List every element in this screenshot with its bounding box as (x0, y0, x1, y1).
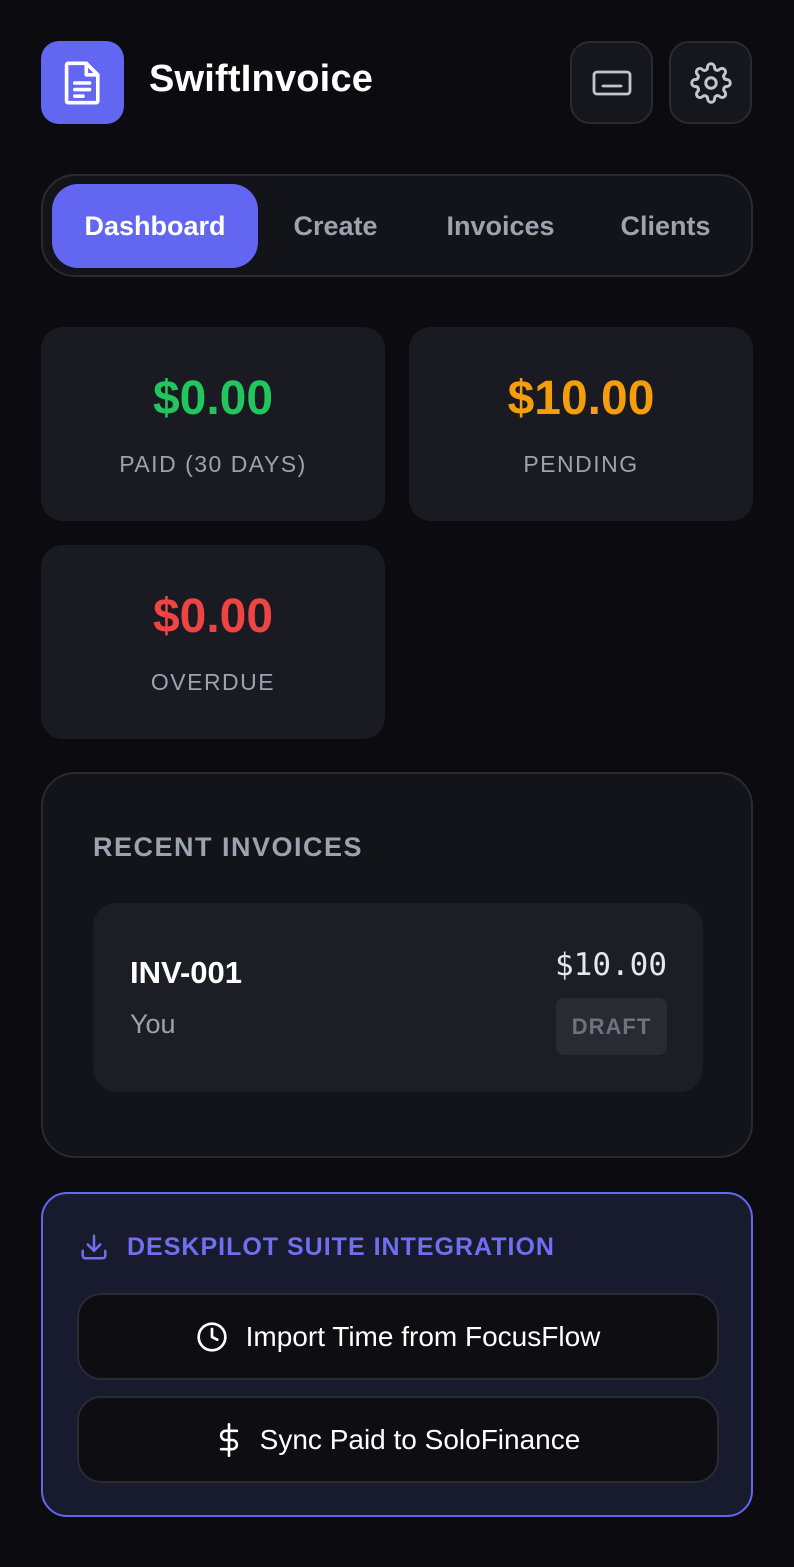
app-title: SwiftInvoice (149, 58, 374, 100)
tab-clients[interactable]: Clients (593, 184, 738, 268)
paid-amount: $0.00 (152, 372, 274, 425)
integration-title: DESKPILOT SUITE INTEGRATION (127, 1232, 555, 1261)
recent-invoices-title: RECENT INVOICES (93, 832, 364, 862)
import-time-label: Import Time from FocusFlow (245, 1320, 601, 1352)
integration-header: DESKPILOT SUITE INTEGRATION (79, 1232, 555, 1262)
import-time-button[interactable]: Import Time from FocusFlow (77, 1293, 719, 1380)
keyboard-icon (592, 70, 631, 95)
invoice-client: You (130, 1009, 176, 1039)
app-logo (41, 41, 124, 124)
pending-amount: $10.00 (507, 372, 655, 425)
stat-card-overdue: $0.00 OVERDUE (41, 545, 385, 739)
gear-icon (689, 61, 732, 104)
stat-card-paid: $0.00 PAID (30 DAYS) (41, 327, 385, 521)
invoice-number: INV-001 (130, 955, 243, 990)
main-tabs: Dashboard Create Invoices Clients (41, 174, 753, 277)
pending-label: PENDING (523, 451, 639, 477)
dollar-icon (219, 1422, 238, 1457)
integration-panel: DESKPILOT SUITE INTEGRATION Import Time … (41, 1192, 753, 1517)
clock-icon (196, 1321, 227, 1352)
document-icon (64, 60, 100, 105)
overdue-amount: $0.00 (152, 590, 274, 643)
stat-card-pending: $10.00 PENDING (409, 327, 753, 521)
tab-dashboard[interactable]: Dashboard (52, 184, 258, 268)
invoice-amount: $10.00 (555, 947, 667, 983)
tab-create[interactable]: Create (268, 184, 403, 268)
tab-invoices[interactable]: Invoices (423, 184, 578, 268)
settings-button[interactable] (669, 41, 752, 124)
keyboard-shortcuts-button[interactable] (570, 41, 653, 124)
app-root: SwiftInvoice Dashboard Create Invoices C… (0, 0, 794, 1567)
status-badge: DRAFT (556, 998, 667, 1055)
paid-label: PAID (30 DAYS) (119, 451, 307, 477)
sync-paid-label: Sync Paid to SoloFinance (259, 1423, 581, 1455)
sync-paid-button[interactable]: Sync Paid to SoloFinance (77, 1396, 719, 1483)
overdue-label: OVERDUE (150, 669, 276, 695)
recent-invoices-panel: RECENT INVOICES INV-001 You $10.00 DRAFT (41, 772, 753, 1158)
download-icon (81, 1234, 107, 1260)
invoice-row[interactable]: INV-001 You $10.00 DRAFT (93, 903, 703, 1092)
